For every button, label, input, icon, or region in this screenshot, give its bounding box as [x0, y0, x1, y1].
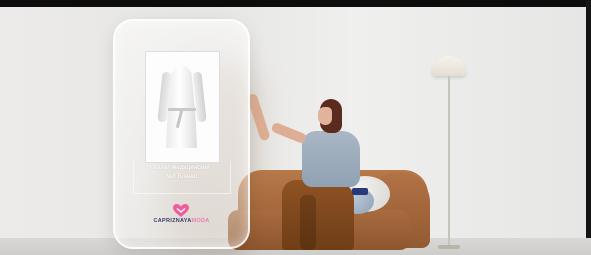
floor-lamp-base: [438, 245, 460, 249]
phone: [352, 188, 368, 195]
product-image-frame[interactable]: [145, 51, 220, 163]
top-black-bar: [0, 0, 591, 7]
trousers-shadow: [300, 195, 316, 250]
brand-name-part1: CAPRIZNAYA: [153, 218, 192, 224]
floor-lamp-shade: [432, 56, 466, 76]
woman-upper-arm: [270, 121, 308, 145]
product-name-line2: №8 Бланш: [165, 174, 198, 180]
product-name: Халат медицинский №8 Бланш: [123, 164, 240, 182]
brand-name-part2: MODA: [191, 218, 210, 224]
right-black-bar: [586, 0, 591, 255]
woman-trousers: [282, 180, 354, 250]
brand-logo-text: CAPRIZNAYAMODA: [123, 218, 240, 224]
floor-lamp-pole: [448, 76, 450, 248]
woman-shirt: [302, 131, 360, 187]
heart-icon: [173, 204, 189, 217]
product-name-line1: Халат медицинский: [153, 165, 210, 171]
ad-scene: Халат медицинский №8 Бланш CAPRIZNAYAMOD…: [0, 0, 591, 255]
woman-face: [318, 107, 332, 125]
product-glass-panel[interactable]: Халат медицинский №8 Бланш CAPRIZNAYAMOD…: [113, 19, 250, 249]
